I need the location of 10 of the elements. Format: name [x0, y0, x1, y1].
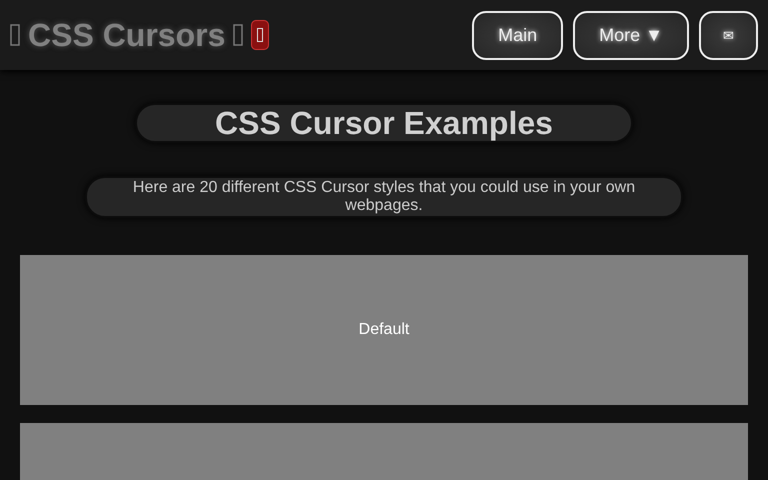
nav-button[interactable]: More ▼	[573, 10, 689, 60]
nav-button[interactable]: Main	[472, 10, 564, 60]
mail-button[interactable]: ✉	[699, 10, 758, 60]
site-title: CSS Cursors	[28, 16, 226, 54]
badge-icon	[251, 20, 270, 50]
page-heading: CSS Cursor Examples	[135, 103, 633, 143]
intro-text: Here are 20 different CSS Cursor styles that you could use in your own webpages.	[85, 176, 683, 218]
box-icon	[10, 24, 20, 46]
box-icon	[233, 24, 244, 46]
card-label: Default	[358, 321, 410, 339]
